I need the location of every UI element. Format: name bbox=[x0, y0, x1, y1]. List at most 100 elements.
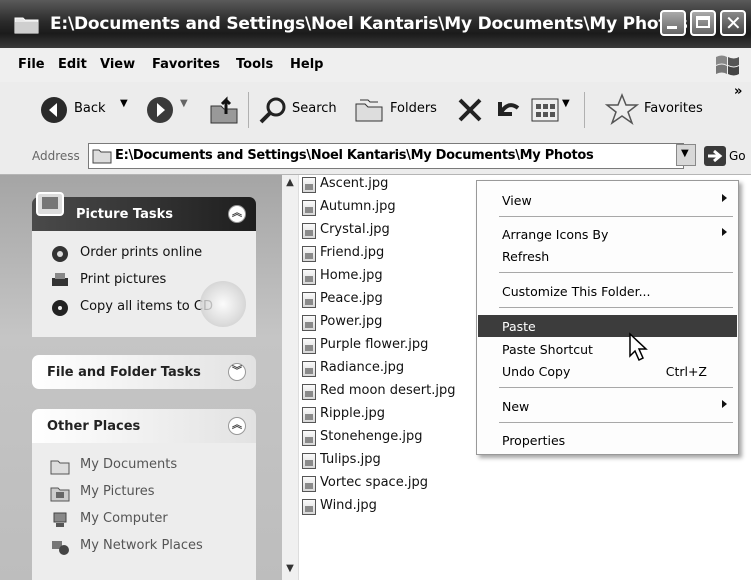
image-file-icon bbox=[302, 338, 316, 354]
menu-item-label: Undo Copy bbox=[502, 364, 571, 379]
expand-icon[interactable]: ︾ bbox=[228, 363, 246, 381]
menu-item-properties[interactable]: Properties bbox=[478, 429, 737, 451]
back-dropdown-icon[interactable]: ▼ bbox=[120, 98, 128, 109]
menu-item-refresh[interactable]: Refresh bbox=[478, 245, 737, 267]
search-button[interactable]: Search bbox=[292, 101, 337, 116]
views-dropdown-icon[interactable]: ▼ bbox=[562, 98, 570, 109]
maximize-icon bbox=[696, 16, 710, 28]
context-menu: View Arrange Icons By Refresh Customize … bbox=[476, 180, 739, 455]
file-folder-tasks-header[interactable]: File and Folder Tasks ︾ bbox=[32, 355, 256, 389]
forward-dropdown-icon[interactable]: ▼ bbox=[180, 98, 188, 109]
menu-item-label: Paste Shortcut bbox=[502, 342, 593, 357]
other-places-header[interactable]: Other Places ︽ bbox=[32, 409, 256, 443]
menu-separator bbox=[499, 216, 733, 217]
mouse-cursor-icon bbox=[629, 332, 648, 362]
menu-item-label: Paste bbox=[502, 319, 536, 334]
my-pictures-icon bbox=[50, 487, 70, 502]
copy-to-cd-link[interactable]: Copy all items to CD bbox=[80, 299, 213, 314]
menu-edit[interactable]: Edit bbox=[58, 57, 87, 72]
minimize-button[interactable] bbox=[660, 10, 686, 36]
task-pane: Picture Tasks ︽ Order prints online Prin… bbox=[0, 175, 282, 580]
vertical-scrollbar[interactable]: ▲ ▼ bbox=[282, 175, 299, 580]
my-documents-icon bbox=[50, 460, 70, 475]
menu-item-paste[interactable]: Paste bbox=[478, 315, 737, 337]
menu-separator bbox=[499, 422, 733, 423]
my-network-places-icon bbox=[52, 541, 69, 555]
pictures-folder-icon bbox=[36, 192, 64, 216]
menu-help[interactable]: Help bbox=[290, 57, 323, 72]
favorites-button[interactable]: Favorites bbox=[644, 101, 703, 116]
forward-arrow-icon[interactable] bbox=[146, 96, 174, 124]
menu-item-view[interactable]: View bbox=[478, 189, 737, 211]
image-file-icon bbox=[302, 292, 316, 308]
menu-item-label: Arrange Icons By bbox=[502, 227, 609, 242]
go-button[interactable] bbox=[704, 146, 726, 166]
image-file-icon bbox=[302, 177, 316, 193]
cd-watermark-icon bbox=[200, 281, 246, 327]
submenu-arrow-icon bbox=[722, 400, 727, 408]
collapse-icon[interactable]: ︽ bbox=[228, 205, 246, 223]
menu-view[interactable]: View bbox=[100, 57, 135, 72]
views-icon[interactable] bbox=[530, 96, 560, 124]
file-name: Tulips.jpg bbox=[320, 452, 381, 467]
delete-x-icon[interactable] bbox=[456, 96, 484, 124]
close-icon: ✕ bbox=[725, 11, 742, 35]
image-file-icon bbox=[302, 223, 316, 239]
my-documents-link[interactable]: My Documents bbox=[80, 457, 177, 472]
menu-file[interactable]: File bbox=[18, 57, 45, 72]
menu-item-label: Customize This Folder... bbox=[502, 284, 651, 299]
scroll-down-icon[interactable]: ▼ bbox=[284, 563, 296, 575]
maximize-button[interactable] bbox=[690, 10, 716, 36]
menu-item-paste-shortcut[interactable]: Paste Shortcut bbox=[478, 338, 737, 360]
my-network-places-link[interactable]: My Network Places bbox=[80, 538, 203, 553]
menu-item-customize-folder[interactable]: Customize This Folder... bbox=[478, 280, 737, 302]
undo-icon[interactable] bbox=[492, 96, 522, 124]
toolbar: Back ▼ ▼ Search Folders ▼ Favorites » bbox=[0, 82, 751, 139]
menu-item-arrange-icons-by[interactable]: Arrange Icons By bbox=[478, 223, 737, 245]
search-icon[interactable] bbox=[258, 96, 288, 124]
image-file-icon bbox=[302, 200, 316, 216]
chevron-down-icon: ▼ bbox=[681, 148, 689, 159]
file-name: Ripple.jpg bbox=[320, 406, 386, 421]
file-name: Wind.jpg bbox=[320, 498, 377, 513]
toolbar-separator bbox=[584, 92, 585, 128]
scroll-up-icon[interactable]: ▲ bbox=[284, 177, 296, 189]
menu-item-undo-copy[interactable]: Undo Copy Ctrl+Z bbox=[478, 360, 737, 382]
menu-tools[interactable]: Tools bbox=[236, 57, 273, 72]
back-button[interactable]: Back bbox=[74, 101, 106, 116]
favorites-star-icon[interactable] bbox=[604, 92, 640, 128]
menu-favorites[interactable]: Favorites bbox=[152, 57, 220, 72]
address-input[interactable]: E:\Documents and Settings\Noel Kantaris\… bbox=[88, 143, 684, 169]
file-name: Ascent.jpg bbox=[320, 176, 389, 191]
menu-item-new[interactable]: New bbox=[478, 395, 737, 417]
close-button[interactable]: ✕ bbox=[720, 10, 746, 36]
title-bar[interactable]: E:\Documents and Settings\Noel Kantaris\… bbox=[0, 0, 751, 48]
image-file-icon bbox=[302, 246, 316, 262]
collapse-icon[interactable]: ︽ bbox=[228, 417, 246, 435]
folders-button[interactable]: Folders bbox=[390, 101, 437, 116]
submenu-arrow-icon bbox=[722, 194, 727, 202]
order-prints-link[interactable]: Order prints online bbox=[80, 245, 202, 260]
go-arrow-icon bbox=[708, 149, 723, 163]
image-file-icon bbox=[302, 453, 316, 469]
image-file-icon bbox=[302, 476, 316, 492]
other-places-body: My Documents My Pictures My Computer My … bbox=[32, 443, 256, 580]
address-label: Address bbox=[32, 149, 80, 163]
my-pictures-link[interactable]: My Pictures bbox=[80, 484, 155, 499]
back-arrow-icon[interactable] bbox=[40, 96, 68, 124]
up-folder-icon[interactable] bbox=[208, 94, 240, 126]
file-name: Purple flower.jpg bbox=[320, 337, 429, 352]
file-name: Power.jpg bbox=[320, 314, 383, 329]
toolbar-overflow-icon[interactable]: » bbox=[734, 84, 742, 99]
print-pictures-link[interactable]: Print pictures bbox=[80, 272, 166, 287]
menu-item-label: Properties bbox=[502, 433, 566, 448]
file-name: Radiance.jpg bbox=[320, 360, 405, 375]
address-value: E:\Documents and Settings\Noel Kantaris\… bbox=[115, 148, 594, 163]
submenu-arrow-icon bbox=[722, 228, 727, 236]
my-computer-link[interactable]: My Computer bbox=[80, 511, 168, 526]
address-dropdown-button[interactable]: ▼ bbox=[676, 144, 696, 166]
go-label[interactable]: Go bbox=[729, 149, 746, 163]
picture-tasks-header[interactable]: Picture Tasks ︽ bbox=[32, 192, 256, 231]
windows-logo-icon bbox=[716, 55, 739, 76]
folders-icon[interactable] bbox=[354, 96, 384, 124]
